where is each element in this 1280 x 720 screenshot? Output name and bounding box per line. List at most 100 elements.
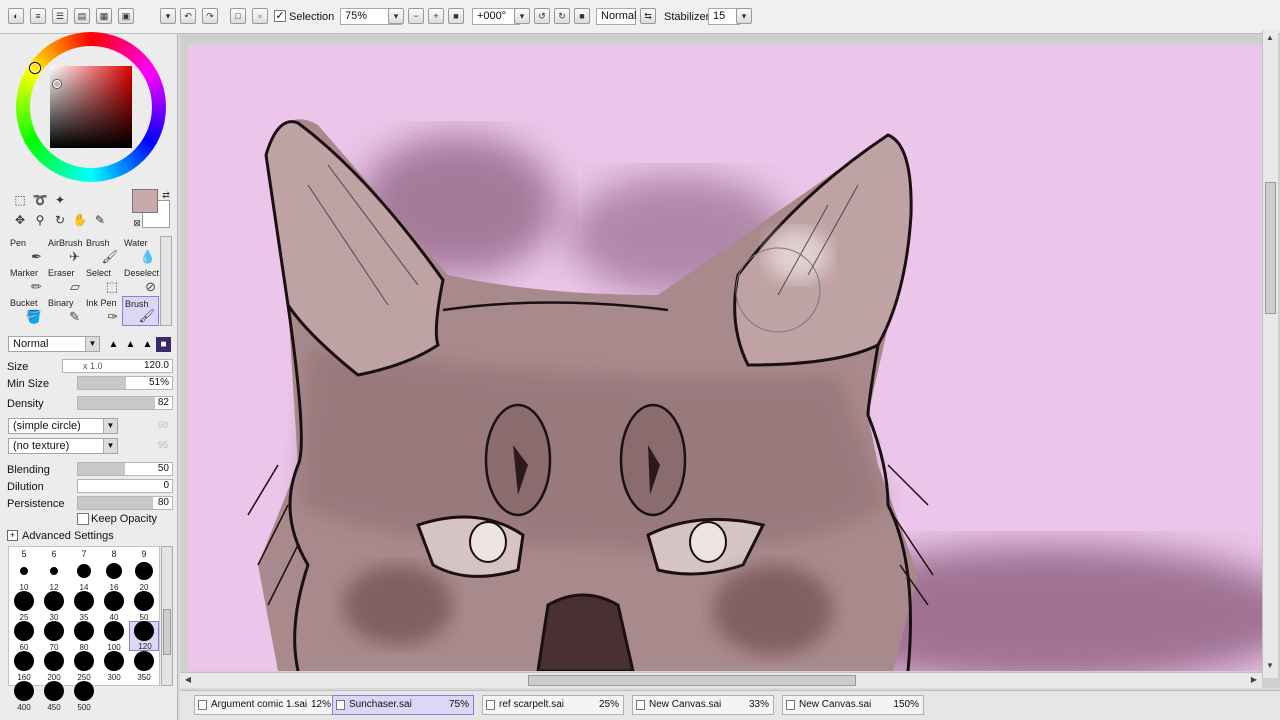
- document-tab[interactable]: New Canvas.sai 150%: [782, 695, 924, 715]
- magic-wand-icon[interactable]: ✦: [52, 192, 68, 208]
- undo-icon[interactable]: ↶: [180, 8, 196, 24]
- expand-plus-icon[interactable]: +: [7, 530, 18, 541]
- eyedropper-icon[interactable]: ✎: [92, 212, 108, 228]
- rotation-dropdown-icon[interactable]: ▾: [514, 8, 530, 24]
- deselect-icon[interactable]: □: [230, 8, 246, 24]
- brush-size-preset[interactable]: 30: [39, 591, 69, 622]
- zoom-dropdown-icon[interactable]: ▾: [388, 8, 404, 24]
- brush-blend-mode-select[interactable]: Normal ▼: [8, 336, 100, 352]
- brush-size-preset[interactable]: 100: [99, 621, 129, 652]
- brush-size-preset[interactable]: 14: [69, 561, 99, 592]
- vertical-scroll-thumb[interactable]: [1265, 182, 1276, 314]
- view-mode-select[interactable]: Normal: [596, 8, 636, 25]
- hand-icon[interactable]: ✋: [72, 212, 88, 228]
- brush-size-preset[interactable]: 35: [69, 591, 99, 622]
- zoom-out-icon[interactable]: −: [408, 8, 424, 24]
- rotation-select[interactable]: +000°: [472, 8, 520, 25]
- lasso-icon[interactable]: ➰: [32, 192, 48, 208]
- brush-size-preset[interactable]: 500: [69, 681, 99, 712]
- brush-size-preset[interactable]: 16: [99, 561, 129, 592]
- invert-selection-icon[interactable]: ▫: [252, 8, 268, 24]
- tool-brush[interactable]: Brush 🖌: [122, 296, 159, 326]
- dilution-slider[interactable]: 0: [77, 479, 173, 493]
- brush-size-preset[interactable]: 70: [39, 621, 69, 652]
- tool-grid-scrollbar[interactable]: [160, 236, 172, 326]
- menu-list-icon[interactable]: ☰: [52, 8, 68, 24]
- scroll-left-icon[interactable]: ◀: [182, 674, 194, 686]
- brush-size-header-label[interactable]: 6: [39, 549, 69, 559]
- brush-size-preset[interactable]: 25: [9, 591, 39, 622]
- brush-size-header-label[interactable]: 9: [129, 549, 159, 559]
- brush-size-preset[interactable]: 400: [9, 681, 39, 712]
- rect-select-icon[interactable]: ⬚: [12, 192, 28, 208]
- collapse-icon[interactable]: ▾: [160, 8, 176, 24]
- flip-icon[interactable]: ⇆: [640, 8, 656, 24]
- zoom-reset-icon[interactable]: ■: [448, 8, 464, 24]
- stabilizer-dropdown-icon[interactable]: ▾: [736, 8, 752, 24]
- brush-size-preset[interactable]: 300: [99, 651, 129, 682]
- brush-shape-select[interactable]: (simple circle) ▼: [8, 418, 118, 434]
- brush-size-preset[interactable]: 10: [9, 561, 39, 592]
- transparent-color-icon[interactable]: ⊠: [129, 215, 145, 231]
- tool-airbrush[interactable]: AirBrush ✈: [46, 236, 83, 266]
- brush-size-preset[interactable]: 160: [9, 651, 39, 682]
- density-slider[interactable]: 82: [77, 396, 173, 410]
- advanced-settings-label[interactable]: Advanced Settings: [22, 530, 114, 542]
- sv-marker[interactable]: [53, 80, 61, 88]
- horizontal-scroll-thumb[interactable]: [528, 675, 856, 686]
- rotate-right-icon[interactable]: ↻: [554, 8, 570, 24]
- tool-marker[interactable]: Marker ✏: [8, 266, 45, 296]
- document-tab[interactable]: Argument comic 1.sai 12%: [194, 695, 336, 715]
- tool-water[interactable]: Water 💧: [122, 236, 159, 266]
- keep-opacity-checkbox[interactable]: [77, 513, 89, 525]
- redo-icon[interactable]: ↷: [202, 8, 218, 24]
- document-tab[interactable]: Sunchaser.sai 75%: [332, 695, 474, 715]
- brush-size-header-label[interactable]: 8: [99, 549, 129, 559]
- brush-size-scroll-thumb[interactable]: [163, 609, 171, 655]
- horizontal-scrollbar[interactable]: ◀ ▶: [180, 672, 1262, 688]
- foreground-color-swatch[interactable]: [132, 189, 158, 213]
- brush-edge-hard-icon[interactable]: ▲: [140, 337, 155, 352]
- tool-binary[interactable]: Binary ✎: [46, 296, 83, 326]
- brush-edge-square-icon[interactable]: ■: [156, 337, 171, 352]
- brush-size-preset[interactable]: 250: [69, 651, 99, 682]
- brush-edge-medium-icon[interactable]: ▲: [123, 337, 138, 352]
- tool-brush[interactable]: Brush 🖌: [84, 236, 121, 266]
- blending-slider[interactable]: 50: [77, 462, 173, 476]
- brush-size-preset[interactable]: 20: [129, 561, 159, 592]
- rotate-icon[interactable]: ↻: [52, 212, 68, 228]
- document-tab[interactable]: ref scarpelt.sai 25%: [482, 695, 624, 715]
- brush-size-preset[interactable]: 80: [69, 621, 99, 652]
- move-icon[interactable]: ✥: [12, 212, 28, 228]
- layers-icon[interactable]: ▤: [74, 8, 90, 24]
- brush-size-preset[interactable]: 120: [129, 621, 159, 651]
- brush-size-scrollbar[interactable]: [161, 546, 173, 686]
- brush-size-preset[interactable]: 450: [39, 681, 69, 712]
- rotation-reset-icon[interactable]: ■: [574, 8, 590, 24]
- scroll-right-icon[interactable]: ▶: [1248, 674, 1260, 686]
- tool-select[interactable]: Select ⬚: [84, 266, 121, 296]
- scroll-up-icon[interactable]: ▲: [1264, 32, 1276, 44]
- color-wheel-mode-icon[interactable]: ◐: [8, 8, 24, 24]
- zoom-in-icon[interactable]: +: [428, 8, 444, 24]
- tool-deselect[interactable]: Deselect ⊘: [122, 266, 159, 296]
- min-size-slider[interactable]: 51%: [77, 376, 173, 390]
- tool-eraser[interactable]: Eraser ▱: [46, 266, 83, 296]
- brush-size-header-label[interactable]: 7: [69, 549, 99, 559]
- brush-size-preset[interactable]: 350: [129, 651, 159, 682]
- brush-size-preset[interactable]: 12: [39, 561, 69, 592]
- brush-texture-select[interactable]: (no texture) ▼: [8, 438, 118, 454]
- zoom-icon[interactable]: ⚲: [32, 212, 48, 228]
- tool-bucket[interactable]: Bucket 🪣: [8, 296, 45, 326]
- brush-size-preset[interactable]: 50: [129, 591, 159, 622]
- saturation-value-square[interactable]: [50, 66, 132, 148]
- brush-size-preset[interactable]: 200: [39, 651, 69, 682]
- tool-pen[interactable]: Pen ✒: [8, 236, 45, 266]
- swatch-grid-icon[interactable]: ▦: [96, 8, 112, 24]
- selection-checkbox[interactable]: ✓: [274, 10, 286, 22]
- rotate-left-icon[interactable]: ↺: [534, 8, 550, 24]
- menu-lines-icon[interactable]: ≡: [30, 8, 46, 24]
- drawing-canvas[interactable]: [188, 45, 1263, 671]
- size-field[interactable]: x 1.0 120.0: [62, 359, 173, 373]
- brush-edge-soft-icon[interactable]: ▲: [106, 337, 121, 352]
